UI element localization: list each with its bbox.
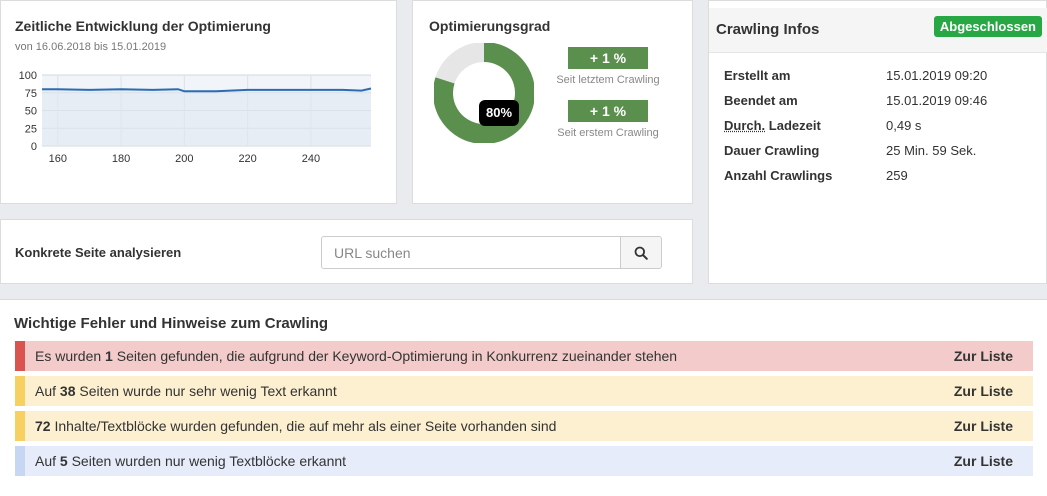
- crawling-info-header: Crawling Infos Abgeschlossen: [709, 8, 1047, 53]
- issue-level-bar: [15, 376, 25, 406]
- y-tick-label: 25: [25, 123, 37, 135]
- issue-row: Es wurden 1 Seiten gefunden, die aufgrun…: [15, 341, 1033, 371]
- change-since-last-caption: Seit letztem Crawling: [556, 74, 660, 86]
- issue-count: 72: [35, 418, 51, 434]
- issue-count: 38: [59, 383, 76, 399]
- x-tick-label: 240: [302, 153, 320, 165]
- change-since-last-badge: + 1 %: [568, 47, 648, 69]
- issue-text: 72 Inhalte/Textblöcke wurden gefunden, d…: [35, 418, 557, 434]
- optimization-title: Optimierungsgrad: [429, 18, 551, 34]
- trend-chart: 0 25 50 75 100 160 180 200 220 240: [19, 70, 372, 165]
- count-label: Anzahl Crawlings: [724, 168, 833, 183]
- created-label: Erstellt am: [724, 68, 791, 83]
- to-list-link[interactable]: Zur Liste: [954, 411, 1013, 441]
- issue-row: Auf 38 Seiten wurde nur sehr wenig Text …: [15, 376, 1033, 406]
- load-time-abbr: Durch.: [724, 118, 766, 133]
- x-tick-label: 200: [175, 153, 193, 165]
- x-tick-label: 220: [238, 153, 256, 165]
- crawling-info-title: Crawling Infos: [716, 21, 820, 38]
- x-tick-label: 180: [112, 153, 130, 165]
- donut-remaining-segment: [435, 43, 485, 84]
- issue-text: Auf 38 Seiten wurde nur sehr wenig Text …: [35, 383, 337, 399]
- search-label: Konkrete Seite analysieren: [15, 245, 182, 260]
- issue-count: 5: [59, 453, 68, 469]
- x-tick-label: 160: [49, 153, 67, 165]
- search-button[interactable]: [620, 236, 662, 269]
- issue-row: Auf 5 Seiten wurden nur wenig Textblöcke…: [15, 446, 1033, 476]
- y-tick-label: 50: [25, 106, 37, 118]
- info-row-duration: Dauer Crawling 25 Min. 59 Sek.: [724, 143, 1044, 161]
- change-since-first-caption: Seit erstem Crawling: [557, 127, 659, 139]
- duration-label: Dauer Crawling: [724, 143, 820, 158]
- duration-value: 25 Min. 59 Sek.: [886, 143, 977, 158]
- to-list-link[interactable]: Zur Liste: [954, 376, 1013, 406]
- finished-label: Beendet am: [724, 93, 798, 108]
- info-row-created: Erstellt am 15.01.2019 09:20: [724, 68, 1044, 86]
- y-tick-label: 100: [19, 70, 37, 82]
- crawling-info-card: Crawling Infos Abgeschlossen Erstellt am…: [708, 0, 1047, 284]
- issues-title: Wichtige Fehler und Hinweise zum Crawlin…: [14, 315, 329, 332]
- change-since-first-badge: + 1 %: [568, 100, 648, 122]
- page-search-card: Konkrete Seite analysieren: [0, 219, 693, 284]
- count-value: 259: [886, 168, 908, 183]
- created-value: 15.01.2019 09:20: [886, 68, 988, 83]
- issue-level-bar: [15, 446, 25, 476]
- search-icon: [634, 246, 648, 260]
- issue-text: Auf 5 Seiten wurden nur wenig Textblöcke…: [35, 453, 347, 469]
- info-row-load-time: Durch. Ladezeit 0,49 s: [724, 118, 1044, 136]
- issue-text: Es wurden 1 Seiten gefunden, die aufgrun…: [35, 348, 678, 364]
- load-time-value: 0,49 s: [886, 118, 922, 133]
- issue-level-bar: [15, 341, 25, 371]
- to-list-link[interactable]: Zur Liste: [954, 446, 1013, 476]
- optimization-donut-chart: [434, 43, 534, 143]
- url-search-input[interactable]: [321, 236, 621, 269]
- issue-level-bar: [15, 411, 25, 441]
- y-tick-label: 0: [31, 141, 37, 153]
- status-badge: Abgeschlossen: [933, 16, 1042, 37]
- optimization-trend-card: Zeitliche Entwicklung der Optimierung vo…: [0, 0, 397, 204]
- y-tick-label: 75: [25, 88, 37, 100]
- load-time-label: Durch. Ladezeit: [724, 118, 821, 133]
- to-list-link[interactable]: Zur Liste: [954, 341, 1013, 371]
- issue-row: 72 Inhalte/Textblöcke wurden gefunden, d…: [15, 411, 1033, 441]
- finished-value: 15.01.2019 09:46: [886, 93, 988, 108]
- issue-count: 1: [105, 348, 113, 364]
- optimization-percent-label: 80%: [479, 100, 519, 126]
- info-row-finished: Beendet am 15.01.2019 09:46: [724, 93, 1044, 111]
- crawling-issues-card: Wichtige Fehler und Hinweise zum Crawlin…: [0, 299, 1047, 496]
- info-row-count: Anzahl Crawlings 259: [724, 168, 1044, 186]
- series-area: [42, 88, 371, 146]
- optimization-degree-card: Optimierungsgrad 80% + 1 % Seit letztem …: [412, 0, 693, 204]
- load-time-label-rest: Ladezeit: [765, 118, 821, 133]
